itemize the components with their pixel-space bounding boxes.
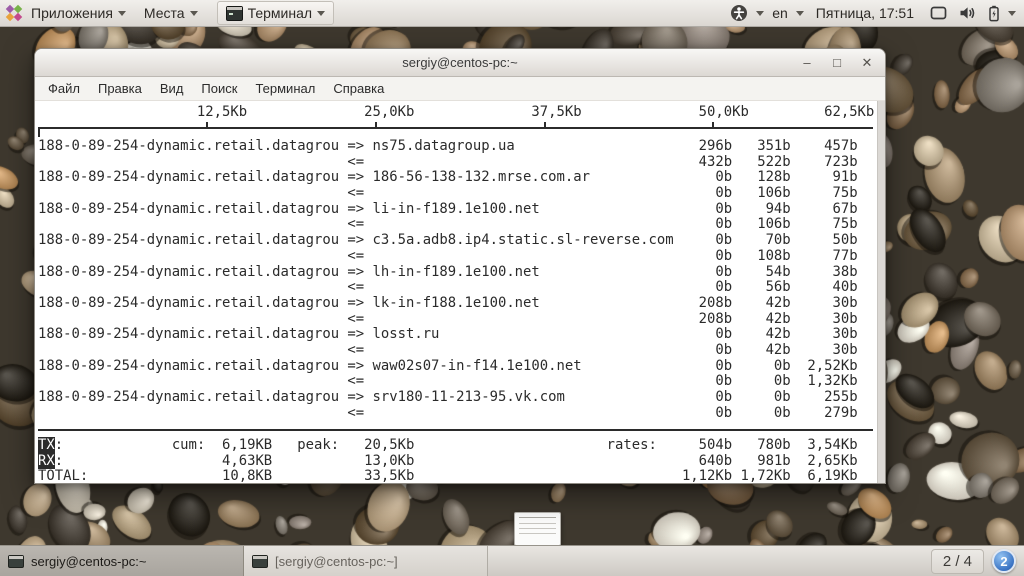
iftop-separator [38, 429, 873, 431]
terminal-line: 188-0-89-254-dynamic.retail.datagrou => … [38, 296, 875, 312]
close-button[interactable]: ✕ [859, 55, 875, 71]
iftop-totals: TX: cum: 6,19KB peak: 20,5Kb rates: 504b… [38, 438, 875, 483]
taskbar: sergiy@centos-pc:~ [sergiy@centos-pc:~] … [0, 545, 1024, 576]
places-menu[interactable]: Места [135, 0, 207, 26]
taskbar-window-label: sergiy@centos-pc:~ [31, 554, 146, 569]
minimize-button[interactable]: – [799, 55, 815, 70]
menubar-item[interactable]: Файл [39, 79, 89, 98]
terminal-line: TX: cum: 6,19KB peak: 20,5Kb rates: 504b… [38, 438, 875, 454]
terminal-line: TOTAL: 10,8KB 33,5Kb 1,12Kb 1,72Kb 6,19K… [38, 469, 875, 483]
terminal-line: 188-0-89-254-dynamic.retail.datagrou => … [38, 170, 875, 186]
terminal-icon [252, 555, 268, 568]
applications-menu[interactable]: Приложения [22, 0, 135, 26]
volume-icon[interactable] [959, 6, 976, 20]
applications-menu-label: Приложения [31, 5, 113, 21]
terminal-line: 188-0-89-254-dynamic.retail.datagrou => … [38, 359, 875, 375]
terminal-line: 188-0-89-254-dynamic.retail.datagrou => … [38, 139, 875, 155]
places-menu-label: Места [144, 5, 185, 21]
workspace-pager[interactable]: 2 / 4 [931, 549, 984, 574]
battery-icon[interactable] [988, 5, 1000, 22]
maximize-button[interactable]: □ [829, 55, 845, 70]
terminal-line: RX: 4,63KB 13,0Kb 640b 981b 2,65Kb [38, 454, 875, 470]
terminal-line: 188-0-89-254-dynamic.retail.datagrou => … [38, 202, 875, 218]
terminal-line: <= 0b 106b 75b [38, 217, 875, 233]
terminal-line: <= 0b 108b 77b [38, 249, 875, 265]
universal-access-icon[interactable] [730, 4, 748, 22]
terminal-line: 188-0-89-254-dynamic.retail.datagrou => … [38, 390, 875, 406]
chevron-down-icon [756, 11, 764, 16]
iftop-scale-ruler [38, 121, 873, 137]
display-icon[interactable] [930, 6, 947, 20]
window-titlebar[interactable]: sergiy@centos-pc:~ – □ ✕ [35, 49, 885, 77]
terminal-line: <= 0b 106b 75b [38, 186, 875, 202]
menubar: Файл Правка Вид Поиск Терминал Справка [35, 77, 885, 101]
chevron-down-icon [796, 11, 804, 16]
chevron-down-icon [118, 11, 126, 16]
terminal-line: <= 0b 42b 30b [38, 343, 875, 359]
chevron-down-icon [1008, 11, 1016, 16]
terminal-line: <= 0b 0b 279b [38, 406, 875, 422]
keyboard-layout-indicator[interactable]: en [768, 0, 792, 26]
terminal-icon [226, 6, 243, 21]
terminal-line: <= 0b 56b 40b [38, 280, 875, 296]
taskbar-window-label: [sergiy@centos-pc:~] [275, 554, 398, 569]
active-app-menu[interactable]: Терминал [217, 1, 334, 25]
terminal-screen[interactable]: 12,5Kb 25,0Kb 37,5Kb 50,0Kb 62,5Kb 188-0… [35, 101, 885, 483]
top-panel: Приложения Места Терминал en Пятница, 17… [0, 0, 1024, 27]
workspace-badge[interactable]: 2 [992, 549, 1016, 573]
terminal-line: <= 432b 522b 723b [38, 155, 875, 171]
terminal-line: 188-0-89-254-dynamic.retail.datagrou => … [38, 327, 875, 343]
terminal-line: 188-0-89-254-dynamic.retail.datagrou => … [38, 265, 875, 281]
window-preview-thumbnail [514, 512, 561, 546]
taskbar-window-button[interactable]: [sergiy@centos-pc:~] [244, 546, 488, 576]
menubar-item[interactable]: Правка [89, 79, 151, 98]
terminal-icon [8, 555, 24, 568]
terminal-line: <= 0b 0b 1,32Kb [38, 374, 875, 390]
iftop-scale-labels: 12,5Kb 25,0Kb 37,5Kb 50,0Kb 62,5Kb [38, 105, 875, 121]
chevron-down-icon [317, 11, 325, 16]
menubar-item[interactable]: Справка [324, 79, 393, 98]
menubar-item[interactable]: Терминал [246, 79, 324, 98]
iftop-connection-table: 188-0-89-254-dynamic.retail.datagrou => … [38, 139, 875, 421]
clock[interactable]: Пятница, 17:51 [808, 5, 922, 21]
terminal-scrollbar[interactable] [877, 101, 885, 483]
menubar-item[interactable]: Поиск [192, 79, 246, 98]
terminal-line: <= 208b 42b 30b [38, 312, 875, 328]
centos-logo-icon [6, 5, 22, 21]
window-title: sergiy@centos-pc:~ [402, 55, 517, 70]
terminal-line: 188-0-89-254-dynamic.retail.datagrou => … [38, 233, 875, 249]
active-app-menu-label: Терминал [248, 5, 312, 21]
terminal-window: sergiy@centos-pc:~ – □ ✕ Файл Правка Вид… [34, 48, 886, 484]
chevron-down-icon [190, 11, 198, 16]
taskbar-window-button[interactable]: sergiy@centos-pc:~ [0, 546, 244, 576]
menubar-item[interactable]: Вид [151, 79, 193, 98]
